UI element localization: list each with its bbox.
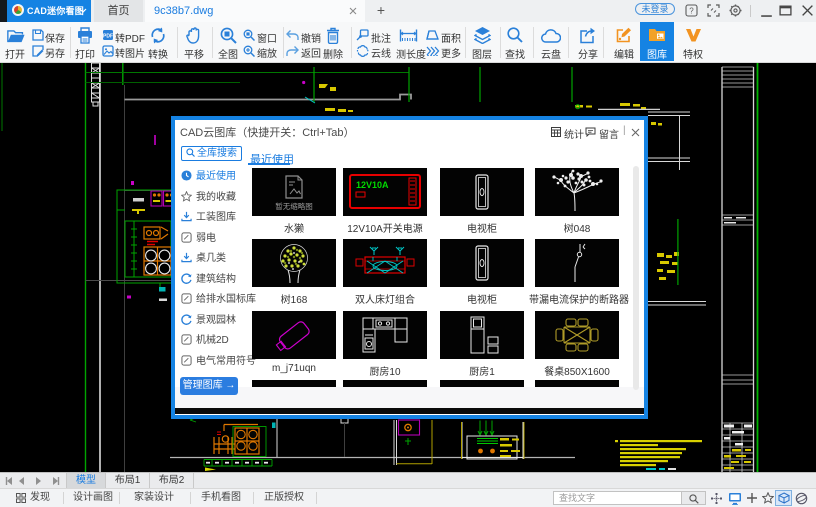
svg-text:PDF: PDF [103, 34, 113, 40]
svg-text:?: ? [689, 7, 694, 16]
svg-text:暂无缩略图: 暂无缩略图 [275, 201, 313, 211]
svg-text:12V10A: 12V10A [356, 180, 389, 190]
